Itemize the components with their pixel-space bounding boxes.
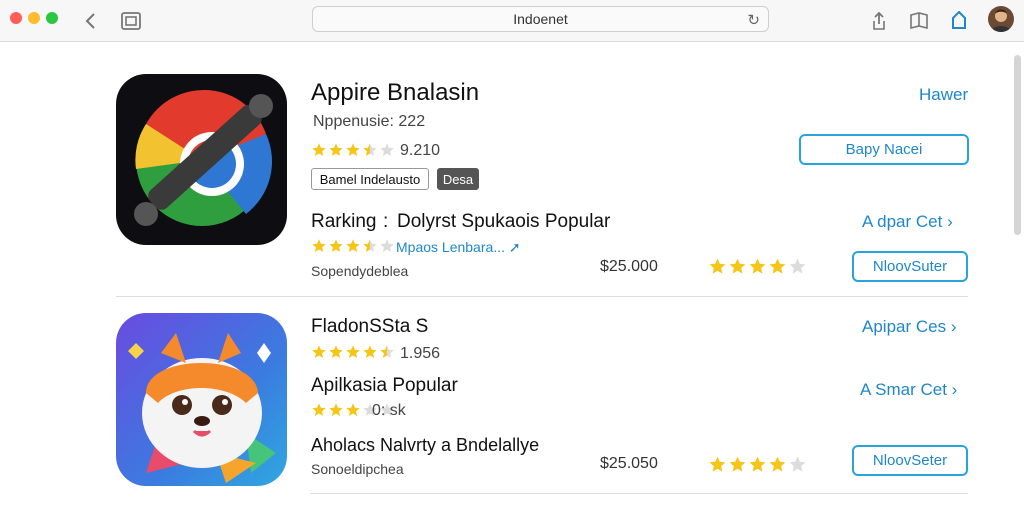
back-icon[interactable] xyxy=(78,8,104,34)
divider xyxy=(310,493,968,494)
close-window-button[interactable] xyxy=(10,12,22,24)
star-icon xyxy=(380,345,394,358)
see-all-label: Apipar Ces xyxy=(862,317,947,336)
ranking-label: Rarking xyxy=(311,211,377,232)
app-icon-fox[interactable] xyxy=(116,313,287,486)
star-icon xyxy=(346,143,360,156)
star-icon xyxy=(312,403,326,416)
large-rating-stars xyxy=(708,455,807,474)
install-button[interactable]: NloovSeter xyxy=(852,445,968,476)
scrollbar[interactable] xyxy=(1014,55,1021,235)
star-icon xyxy=(346,345,360,358)
share-arrow-icon: ➚ xyxy=(508,239,521,255)
app-title[interactable]: FladonSSta S xyxy=(311,316,428,338)
minimize-window-button[interactable] xyxy=(28,12,40,24)
see-all-link[interactable]: A Smar Cet › xyxy=(860,380,957,400)
address-text: Indoenet xyxy=(513,11,568,27)
chevron-right-icon: › xyxy=(950,317,957,336)
see-all-label: A dpar Cet xyxy=(862,212,943,231)
star-icon xyxy=(329,239,343,252)
star-icon xyxy=(312,143,326,156)
developer-name: Sopendydeblea xyxy=(311,263,409,279)
star-icon xyxy=(769,456,786,472)
star-icon xyxy=(749,258,766,274)
star-icon xyxy=(789,258,806,274)
star-icon xyxy=(329,345,343,358)
price: $25.000 xyxy=(600,258,658,275)
category-tag[interactable]: Bamel Indelausto xyxy=(311,168,429,190)
get-button[interactable]: Bapy Nacei xyxy=(799,134,969,165)
star-icon xyxy=(709,258,726,274)
star-icon xyxy=(312,239,326,252)
install-button[interactable]: NloovSuter xyxy=(852,251,968,282)
ranking-separator: : xyxy=(383,211,389,232)
sidebar-icon[interactable] xyxy=(118,8,144,34)
star-icon xyxy=(789,456,806,472)
extension-icon[interactable] xyxy=(946,8,972,34)
ranking-sub-label: Mpaos Lenbara... xyxy=(396,239,505,255)
see-all-link[interactable]: Apipar Ces › xyxy=(862,317,957,337)
star-icon xyxy=(346,239,360,252)
avatar[interactable] xyxy=(988,6,1014,32)
star-icon xyxy=(363,143,377,156)
see-all-label: A Smar Cet xyxy=(860,380,947,399)
browser-toolbar: Indoenet ↻ xyxy=(0,0,1024,42)
app-subtitle: Nppenusie: 222 xyxy=(313,113,426,130)
app-rating-stars xyxy=(311,344,395,360)
category-heading: Apilkasia Popular xyxy=(311,375,458,396)
star-icon xyxy=(363,345,377,358)
star-icon xyxy=(709,456,726,472)
see-all-link[interactable]: A dpar Cet › xyxy=(862,212,953,232)
app-description: Aholacs Nalvrty a Bndelallye xyxy=(311,435,540,455)
star-icon xyxy=(329,403,343,416)
app-icon-browser[interactable] xyxy=(116,74,287,245)
price: $25.050 xyxy=(600,455,658,472)
star-icon xyxy=(312,345,326,358)
star-icon xyxy=(380,143,394,156)
app-rating-stars xyxy=(311,142,395,158)
large-rating-stars xyxy=(708,257,807,276)
ranking-sub-link[interactable]: Mpaos Lenbara... ➚ xyxy=(396,239,521,256)
star-icon xyxy=(729,258,746,274)
ranking-text: Dolyrst Spukaois Popular xyxy=(397,211,611,232)
address-bar[interactable]: Indoenet ↻ xyxy=(312,6,769,32)
share-icon[interactable] xyxy=(866,8,892,34)
app-rating-count: 1.956 xyxy=(400,345,441,362)
category-rating-text: 0: sk xyxy=(372,402,406,419)
chevron-right-icon: › xyxy=(951,380,958,399)
header-link[interactable]: Hawer xyxy=(919,85,968,105)
star-icon xyxy=(346,403,360,416)
app-rating-count: 9.210 xyxy=(400,142,441,159)
star-icon xyxy=(769,258,786,274)
ranking-stars xyxy=(311,238,395,254)
star-icon xyxy=(363,239,377,252)
star-icon xyxy=(380,239,394,252)
app-title[interactable]: Appire Bnalasin xyxy=(311,79,479,107)
divider xyxy=(116,296,968,297)
reload-icon[interactable]: ↻ xyxy=(747,11,760,29)
developer-name: Sonoeldipchea xyxy=(311,461,404,477)
star-icon xyxy=(749,456,766,472)
star-icon xyxy=(329,143,343,156)
zoom-window-button[interactable] xyxy=(46,12,58,24)
chevron-right-icon: › xyxy=(947,212,953,231)
bookmarks-icon[interactable] xyxy=(906,8,932,34)
type-tag[interactable]: Desa xyxy=(437,168,479,190)
star-icon xyxy=(729,456,746,472)
